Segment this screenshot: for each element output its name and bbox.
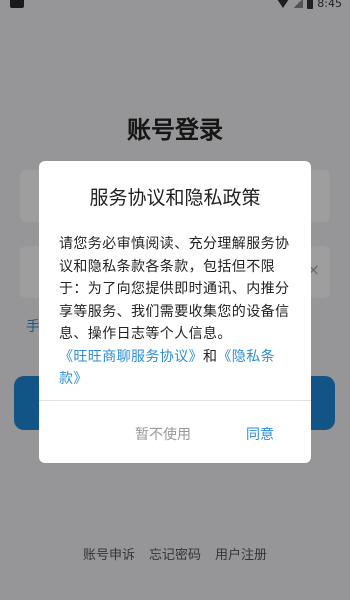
service-agreement-link[interactable]: 《旺旺商聊服务协议》 bbox=[59, 349, 203, 365]
dialog-actions: 暂不使用 同意 bbox=[39, 400, 311, 463]
dialog-body: 请您务必审慎阅读、充分理解服务协议和隐私条款各条款，包括但不限于：为了向您提供即… bbox=[59, 233, 293, 391]
decline-button[interactable]: 暂不使用 bbox=[135, 424, 191, 444]
agree-button[interactable]: 同意 bbox=[246, 424, 274, 444]
privacy-dialog: 服务协议和隐私政策 请您务必审慎阅读、充分理解服务协议和隐私条款各条款，包括但不… bbox=[39, 161, 311, 463]
dialog-body-text: 请您务必审慎阅读、充分理解服务协议和隐私条款各条款，包括但不限于：为了向您提供即… bbox=[59, 236, 290, 342]
dialog-title: 服务协议和隐私政策 bbox=[89, 187, 261, 209]
dialog-and-text: 和 bbox=[203, 348, 218, 365]
